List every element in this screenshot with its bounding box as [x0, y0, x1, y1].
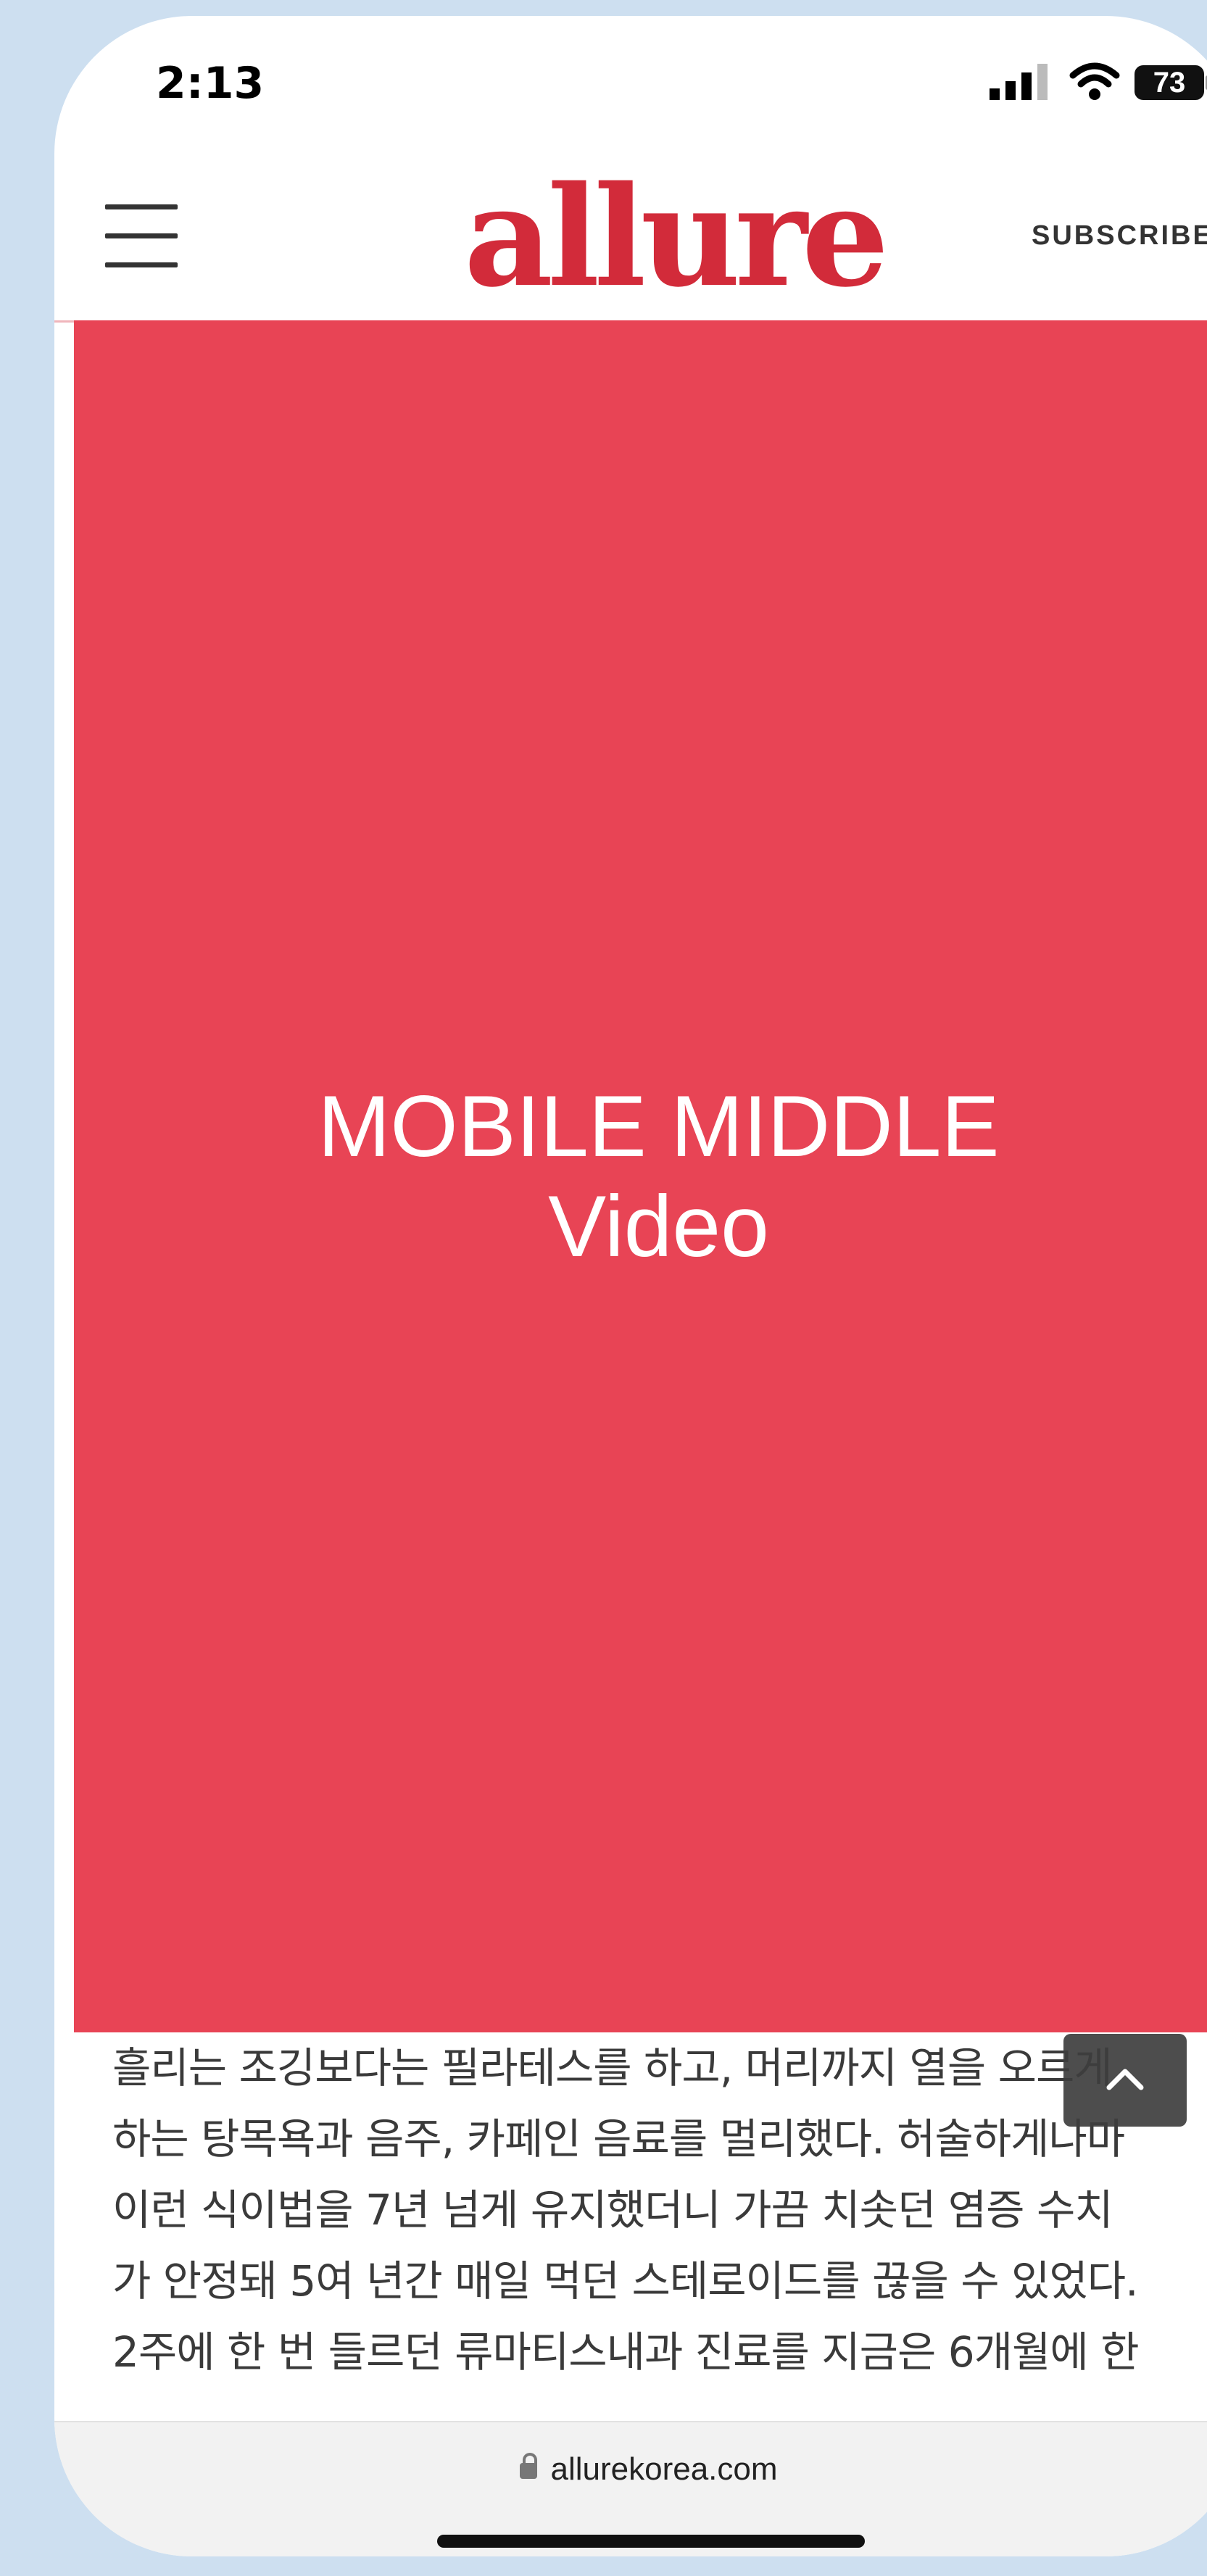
hamburger-menu-icon[interactable] [105, 204, 178, 270]
battery-icon: 73 [1135, 65, 1204, 100]
lock-icon [520, 2453, 538, 2480]
article-line: 이런 식이법을 7년 넘게 유지했더니 가끔 치솟던 염증 수치 [112, 2185, 1113, 2235]
article-line: 가 안정돼 5여 년간 매일 먹던 스테로이드를 끊을 수 있었다. [112, 2256, 1139, 2306]
browser-url-bar[interactable]: allurekorea.com [54, 2421, 1207, 2556]
home-indicator[interactable] [437, 2535, 865, 2548]
allure-logo[interactable]: allure [464, 157, 889, 317]
site-header: allure SUBSCRIBE [54, 154, 1207, 319]
signal-icon [990, 64, 1048, 100]
article-line: 2주에 한 번 들르던 류마티스내과 진료를 지금은 6개월에 한 [112, 2327, 1140, 2377]
phone-screen: 2:13 73 allure SUBSCRIBE MOBILE MIDDLE V… [54, 16, 1207, 2556]
article-line: 하는 탕목욕과 음주, 카페인 음료를 멀리했다. 허술하게나마 [112, 2114, 1125, 2164]
subscribe-link[interactable]: SUBSCRIBE [1032, 220, 1207, 252]
chevron-up-icon [1106, 2069, 1144, 2090]
ad-label-line2: Video [548, 1178, 769, 1275]
ad-label-line1: MOBILE MIDDLE [318, 1078, 1000, 1175]
status-time: 2:13 [156, 58, 265, 109]
url-display[interactable]: allurekorea.com [54, 2451, 1207, 2488]
article-body: 흘리는 조깅보다는 필라테스를 하고, 머리까지 열을 오르게 하는 탕목욕과 … [112, 2032, 1207, 2388]
mobile-middle-video-ad[interactable]: MOBILE MIDDLE Video [74, 320, 1207, 2032]
article-line: 흘리는 조깅보다는 필라테스를 하고, 머리까지 열을 오르게 [112, 2043, 1113, 2093]
url-text: allurekorea.com [550, 2451, 778, 2487]
wifi-icon [1069, 62, 1120, 100]
scroll-to-top-button[interactable] [1063, 2034, 1187, 2127]
